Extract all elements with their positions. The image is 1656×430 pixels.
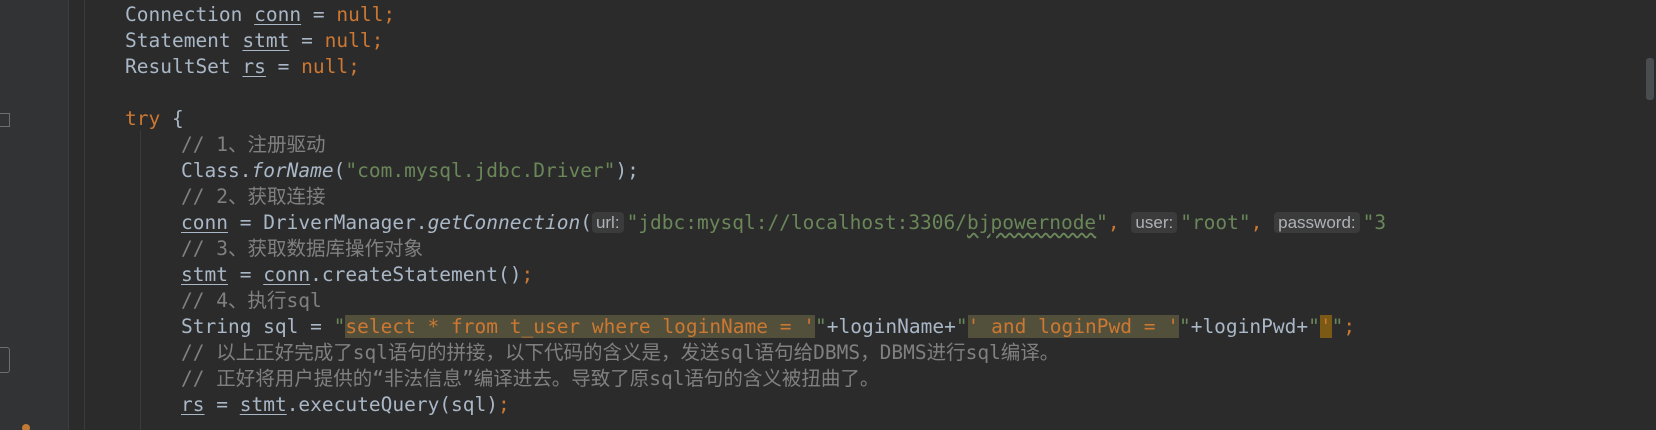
type-name: Connection [125,3,243,26]
variable-name: stmt [242,29,290,52]
class-name: Class. [181,159,252,182]
code-line-declare-rs[interactable]: ResultSet rs = null; [125,54,360,80]
code-line-execute-query[interactable]: rs = stmt.executeQuery(sql); [181,392,510,418]
type-name: ResultSet [125,55,231,78]
operator: = [289,29,325,52]
semicolon: ; [1343,315,1356,338]
string-quote: " [1331,315,1344,338]
variable-name: rs [242,55,266,78]
separator: , [1107,211,1132,234]
vertical-scrollbar[interactable] [1644,0,1656,430]
string-literal: bjpowernode [967,211,1097,234]
operator: = [204,393,240,416]
string-quote: " [333,315,346,338]
keyword: null [324,29,372,52]
brace: { [160,107,184,130]
code-line-get-connection[interactable]: conn = DriverManager.getConnection(url: "… [181,210,1386,236]
paren: ( [580,211,592,234]
code-text: = DriverManager. [227,211,428,234]
operator: = [227,263,264,286]
code-text: String sql = [181,315,334,338]
fold-toggle-icon[interactable] [0,347,10,373]
method-name: forName [251,159,334,182]
parameter-hint-url: url: [591,212,624,233]
indent-guide [140,130,141,430]
code-line-comment[interactable]: // 3、获取数据库操作对象 [181,236,423,262]
variable-name: conn [181,211,228,234]
string-quote: " [1308,315,1320,338]
string-literal: "3 [1362,211,1387,234]
string-quote: " [1178,315,1191,338]
code-editor[interactable]: Connection conn = null; Statement stmt =… [0,0,1656,430]
semicolon: ; [383,3,396,26]
code-line-try[interactable]: try { [125,106,184,132]
code-line-sql-string[interactable]: String sql = "select * from t_user where… [181,314,1355,340]
operator: = [301,3,337,26]
variable-name: rs [181,393,205,416]
parameter-hint-user: user: [1131,212,1178,233]
string-literal: " [1096,211,1108,234]
code-line-comment[interactable]: // 4、执行sql [181,288,322,314]
sql-fragment-highlighted: ' and loginPwd = ' [967,315,1179,338]
keyword: null [336,3,384,26]
variable-name: conn [263,263,311,286]
string-literal: "jdbc:mysql://localhost:3306/ [626,211,968,234]
string-quote: " [814,315,827,338]
sql-fragment-highlighted: ' [1319,315,1332,338]
semicolon: ; [348,55,360,78]
scrollbar-thumb[interactable] [1646,58,1654,100]
keyword: null [301,55,349,78]
type-name: Statement [125,29,231,52]
code-text: .executeQuery(sql) [286,393,499,416]
code-text: .createStatement() [310,263,522,286]
operator: = [265,55,302,78]
code-text: +loginName+ [826,315,956,338]
string-quote: " [955,315,968,338]
keyword: try [125,107,161,130]
editor-gutter[interactable] [0,0,69,430]
separator: , [1250,211,1275,234]
semicolon: ; [521,263,534,286]
code-line-comment[interactable]: // 以上正好完成了sql语句的拼接，以下代码的含义是，发送sql语句给DBMS… [181,340,1059,366]
code-line-declare-conn[interactable]: Connection conn = null; [125,2,395,28]
string-literal: "root" [1180,211,1251,234]
code-line-class-forname[interactable]: Class.forName("com.mysql.jdbc.Driver"); [181,158,639,184]
semicolon: ; [371,29,384,52]
code-line-comment[interactable]: // 2、获取连接 [181,184,325,210]
variable-name: stmt [181,263,228,286]
string-literal: "com.mysql.jdbc.Driver" [345,159,616,182]
paren: ( [333,159,346,182]
parameter-hint-password: password: [1274,212,1360,233]
code-line-create-statement[interactable]: stmt = conn.createStatement(); [181,262,533,288]
breakpoint-marker-icon[interactable] [22,424,30,430]
variable-name: stmt [239,393,287,416]
code-line-comment[interactable]: // 1、注册驱动 [181,132,325,158]
fold-toggle-icon[interactable] [0,113,10,127]
code-line-declare-stmt[interactable]: Statement stmt = null; [125,28,383,54]
method-name: getConnection [427,211,581,234]
indent-guide [84,0,85,430]
paren: ); [615,159,639,182]
code-line-comment[interactable]: // 正好将用户提供的“非法信息”编译进去。导致了原sql语句的含义被扭曲了。 [181,366,879,392]
semicolon: ; [498,393,510,416]
sql-fragment-highlighted: select * from t_user where loginName = ' [345,315,815,338]
code-text: +loginPwd+ [1190,315,1309,338]
variable-name: conn [254,3,302,26]
